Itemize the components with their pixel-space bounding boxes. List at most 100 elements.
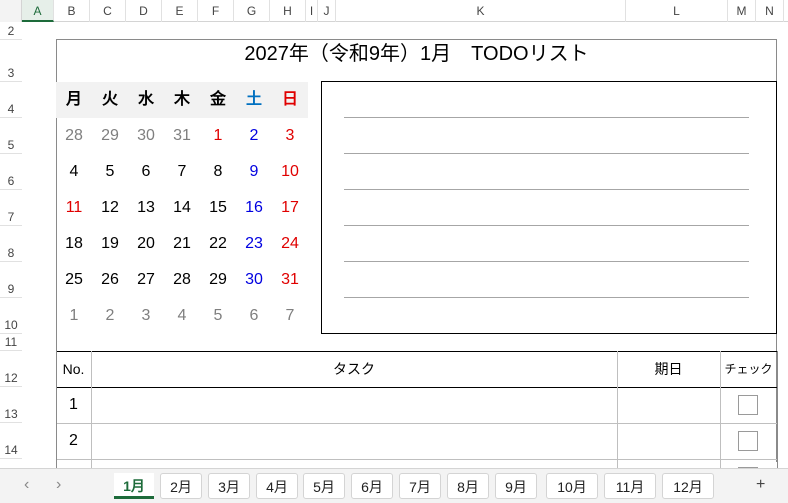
memo-line	[344, 297, 749, 298]
calendar-day: 2	[105, 307, 115, 324]
calendar-day: 4	[69, 163, 79, 180]
calendar-day: 9	[249, 163, 259, 180]
calendar-day: 21	[173, 235, 191, 252]
sheet-tab-12[interactable]: 12月	[662, 473, 714, 499]
column-header-m[interactable]: M	[728, 0, 756, 22]
sheet-tab-1[interactable]: 1月	[114, 473, 154, 499]
row-header-12[interactable]: 12	[0, 351, 22, 387]
calendar-day: 1	[213, 127, 223, 144]
calendar-day: 6	[249, 307, 259, 324]
column-header-e[interactable]: E	[162, 0, 198, 22]
column-header-i[interactable]: I	[306, 0, 318, 22]
sheet-tab-3[interactable]: 3月	[208, 473, 250, 499]
sheet-tab-11[interactable]: 11月	[604, 473, 656, 499]
calendar-day: 18	[65, 235, 83, 252]
row-header-2[interactable]: 2	[0, 22, 22, 40]
calendar-day: 17	[281, 199, 299, 216]
calendar-day: 13	[137, 199, 155, 216]
column-header-b[interactable]: B	[54, 0, 90, 22]
column-header-n[interactable]: N	[756, 0, 784, 22]
select-all-corner[interactable]	[0, 0, 22, 22]
row-header-8[interactable]: 8	[0, 226, 22, 262]
calendar-weekday-label: 金	[209, 91, 226, 108]
calendar-day: 19	[101, 235, 119, 252]
sheet-tab-bar: ‹ › 1月 2月 3月 4月 5月 6月 7月 8月 9月 10月 11月 12月 +	[0, 468, 788, 503]
due-date-cell[interactable]	[617, 387, 720, 423]
calendar-day: 7	[285, 307, 295, 324]
memo-line	[344, 153, 749, 154]
memo-line	[344, 117, 749, 118]
calendar-day: 8	[213, 163, 223, 180]
task-checkbox[interactable]	[738, 431, 758, 451]
row-header-11[interactable]: 11	[0, 334, 22, 351]
memo-line	[344, 225, 749, 226]
task-cell[interactable]	[91, 423, 617, 459]
calendar-day: 11	[65, 199, 83, 216]
calendar-day: 29	[209, 271, 227, 288]
row-header-10[interactable]: 10	[0, 298, 22, 334]
calendar-day: 4	[177, 307, 187, 324]
calendar-day: 3	[141, 307, 151, 324]
memo-line	[344, 189, 749, 190]
table-column-divider	[777, 351, 778, 468]
column-header-k[interactable]: K	[336, 0, 626, 22]
column-header-h[interactable]: H	[270, 0, 306, 22]
sheet-tab-10[interactable]: 10月	[546, 473, 598, 499]
row-header-6[interactable]: 6	[0, 154, 22, 190]
column-header-f[interactable]: F	[198, 0, 234, 22]
column-header-g[interactable]: G	[234, 0, 270, 22]
task-cell[interactable]	[91, 387, 617, 423]
sheet-tab-9[interactable]: 9月	[495, 473, 537, 499]
row-header-4[interactable]: 4	[0, 82, 22, 118]
task-checkbox[interactable]	[738, 395, 758, 415]
calendar-weekday-label: 日	[281, 91, 298, 108]
calendar-day: 29	[101, 127, 119, 144]
row-number: 1	[69, 396, 78, 413]
calendar-weekday-label: 土	[245, 91, 262, 108]
tab-scroll-prev-button[interactable]: ‹	[24, 476, 29, 494]
row-header-13[interactable]: 13	[0, 387, 22, 423]
calendar-weekday-label: 水	[137, 91, 154, 108]
sheet-tab-5[interactable]: 5月	[303, 473, 345, 499]
calendar-day: 31	[173, 127, 191, 144]
row-header-3[interactable]: 3	[0, 40, 22, 82]
calendar-day: 22	[209, 235, 227, 252]
calendar-weekday-label: 火	[101, 91, 118, 108]
sheet-tab-8[interactable]: 8月	[447, 473, 489, 499]
row-header-9[interactable]: 9	[0, 262, 22, 298]
table-header-task: タスク	[333, 361, 375, 377]
calendar-day: 27	[137, 271, 155, 288]
calendar-day: 23	[245, 235, 263, 252]
row-header-14[interactable]: 14	[0, 423, 22, 459]
memo-box[interactable]	[321, 81, 777, 334]
row-header-5[interactable]: 5	[0, 118, 22, 154]
sheet-tab-6[interactable]: 6月	[351, 473, 393, 499]
calendar-day: 28	[65, 127, 83, 144]
memo-line	[344, 261, 749, 262]
column-header-d[interactable]: D	[126, 0, 162, 22]
calendar-weekday-label: 月	[65, 91, 82, 108]
add-sheet-button[interactable]: +	[756, 476, 765, 494]
calendar-day: 6	[141, 163, 151, 180]
table-header-check: チェック	[724, 362, 773, 376]
page-title: 2027年（令和9年）1月 TODOリスト	[244, 43, 589, 65]
calendar-day: 24	[281, 235, 299, 252]
table-header-no: No.	[62, 361, 85, 377]
calendar-day: 7	[177, 163, 187, 180]
calendar-day: 25	[65, 271, 83, 288]
column-header-j[interactable]: J	[318, 0, 336, 22]
tab-scroll-next-button[interactable]: ›	[56, 476, 61, 494]
calendar-day: 15	[209, 199, 227, 216]
sheet-tab-7[interactable]: 7月	[399, 473, 441, 499]
row-header-7[interactable]: 7	[0, 190, 22, 226]
calendar-day: 30	[245, 271, 263, 288]
column-header-bar: ABCDEFGHIJKLMN	[0, 0, 788, 22]
sheet-tab-4[interactable]: 4月	[256, 473, 298, 499]
sheet-tab-2[interactable]: 2月	[160, 473, 202, 499]
calendar-day: 20	[137, 235, 155, 252]
column-header-c[interactable]: C	[90, 0, 126, 22]
column-header-l[interactable]: L	[626, 0, 728, 22]
calendar-day: 16	[245, 199, 263, 216]
column-header-a[interactable]: A	[22, 0, 54, 22]
due-date-cell[interactable]	[617, 423, 720, 459]
